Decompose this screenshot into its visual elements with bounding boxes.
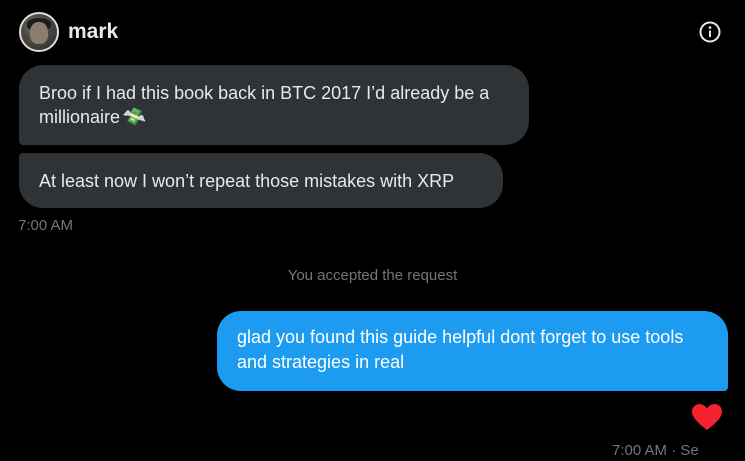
info-icon[interactable]	[698, 20, 722, 44]
incoming-message-bubble[interactable]: At least now I won’t repeat those mistak…	[19, 153, 503, 208]
conversation-header: mark	[0, 0, 745, 64]
username[interactable]: mark	[68, 20, 118, 44]
message-text: At least now I won’t repeat those mistak…	[39, 171, 455, 191]
message-timestamp: 7:00 AM	[18, 217, 74, 234]
money-with-wings-icon: 💸	[121, 104, 148, 131]
message-timestamp-outgoing: 7:00 AM · Se	[612, 442, 699, 459]
message-text: Broo if I had this book back in BTC 2017…	[39, 83, 490, 127]
incoming-message-bubble[interactable]: Broo if I had this book back in BTC 2017…	[19, 65, 529, 145]
avatar[interactable]	[19, 12, 59, 52]
avatar-face	[30, 22, 48, 44]
outgoing-message-bubble[interactable]: glad you found this guide helpful dont f…	[217, 311, 728, 391]
message-text: glad you found this guide helpful dont f…	[237, 327, 684, 372]
heart-icon[interactable]	[691, 403, 723, 431]
system-note: You accepted the request	[287, 267, 458, 284]
